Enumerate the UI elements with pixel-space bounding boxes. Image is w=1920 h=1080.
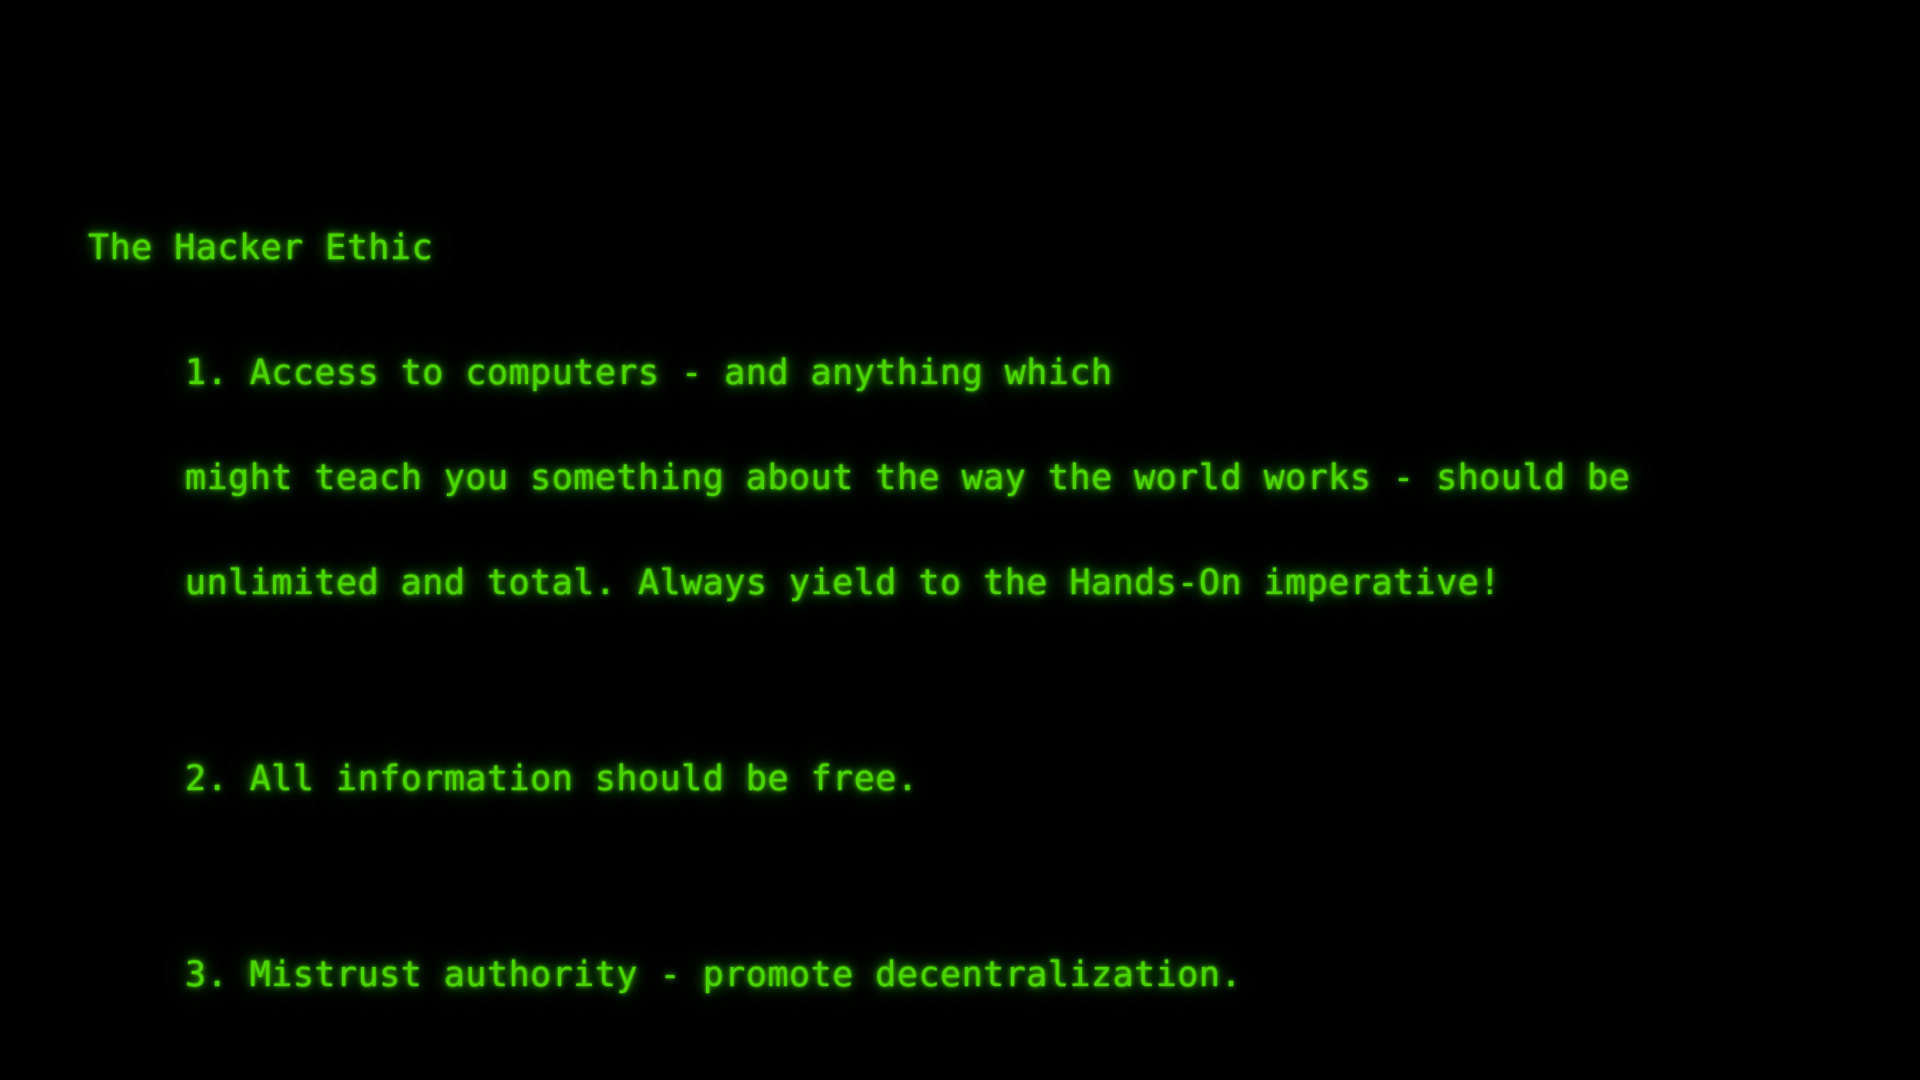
list-item: 3. Mistrust authority - promote decentra…	[88, 888, 1888, 1063]
list-item: 2. All information should be free.	[88, 692, 1888, 867]
hacker-ethic-list: 1. Access to computers - and anything wh…	[88, 286, 1888, 1080]
list-item-line: 3. Mistrust authority - promote decentra…	[185, 955, 1243, 995]
list-item-line: 1. Access to computers - and anything wh…	[185, 353, 1113, 393]
list-item: 1. Access to computers - and anything wh…	[88, 286, 1888, 671]
terminal-screen: The Hacker Ethic 1. Access to computers …	[0, 0, 1920, 1080]
page-title: The Hacker Ethic	[88, 228, 434, 268]
terminal-content: The Hacker Ethic 1. Access to computers …	[88, 228, 1888, 1080]
list-item-line: unlimited and total. Always yield to the…	[185, 563, 1501, 603]
list-item-line: might teach you something about the way …	[185, 458, 1631, 498]
list-item-line: 2. All information should be free.	[185, 759, 919, 799]
